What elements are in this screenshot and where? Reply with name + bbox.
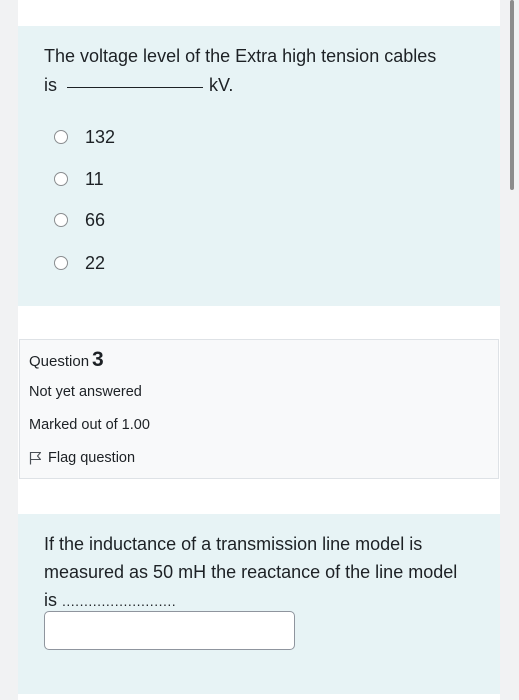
- question-2-text-part1: The voltage level of the Extra high tens…: [44, 46, 437, 66]
- radio-button[interactable]: [54, 130, 68, 144]
- radio-button[interactable]: [54, 256, 68, 270]
- question-number: 3: [92, 348, 104, 371]
- question-2-text: The voltage level of the Extra high tens…: [44, 42, 474, 100]
- radio-button[interactable]: [54, 172, 68, 186]
- option-11[interactable]: 11: [54, 167, 104, 191]
- option-label: 11: [85, 168, 104, 189]
- question-2-text-is: is: [44, 75, 57, 95]
- question-3-heading: Question 3: [29, 348, 104, 372]
- option-22[interactable]: 22: [54, 251, 105, 275]
- option-66[interactable]: 66: [54, 208, 105, 232]
- flag-icon: [29, 451, 42, 465]
- question-marks: Marked out of 1.00: [29, 417, 150, 433]
- bottom-strip: [18, 694, 500, 700]
- option-label: 66: [85, 209, 106, 230]
- answer-blank-line: [67, 86, 203, 88]
- question-prefix: Question: [29, 353, 90, 370]
- question-status: Not yet answered: [29, 384, 142, 400]
- option-label: 22: [85, 252, 106, 273]
- answer-dots: ..........................: [62, 593, 177, 609]
- quiz-page: The voltage level of the Extra high tens…: [0, 0, 519, 700]
- question-3-text: If the inductance of a transmission line…: [44, 530, 464, 615]
- flag-question-link[interactable]: Flag question: [29, 450, 135, 466]
- option-132[interactable]: 132: [54, 125, 115, 149]
- option-label: 132: [85, 126, 116, 147]
- flag-question-label: Flag question: [48, 450, 136, 466]
- answer-input[interactable]: [44, 611, 295, 650]
- radio-button[interactable]: [54, 213, 68, 227]
- question-2-text-unit: kV.: [209, 75, 234, 95]
- scrollbar[interactable]: [510, 0, 514, 190]
